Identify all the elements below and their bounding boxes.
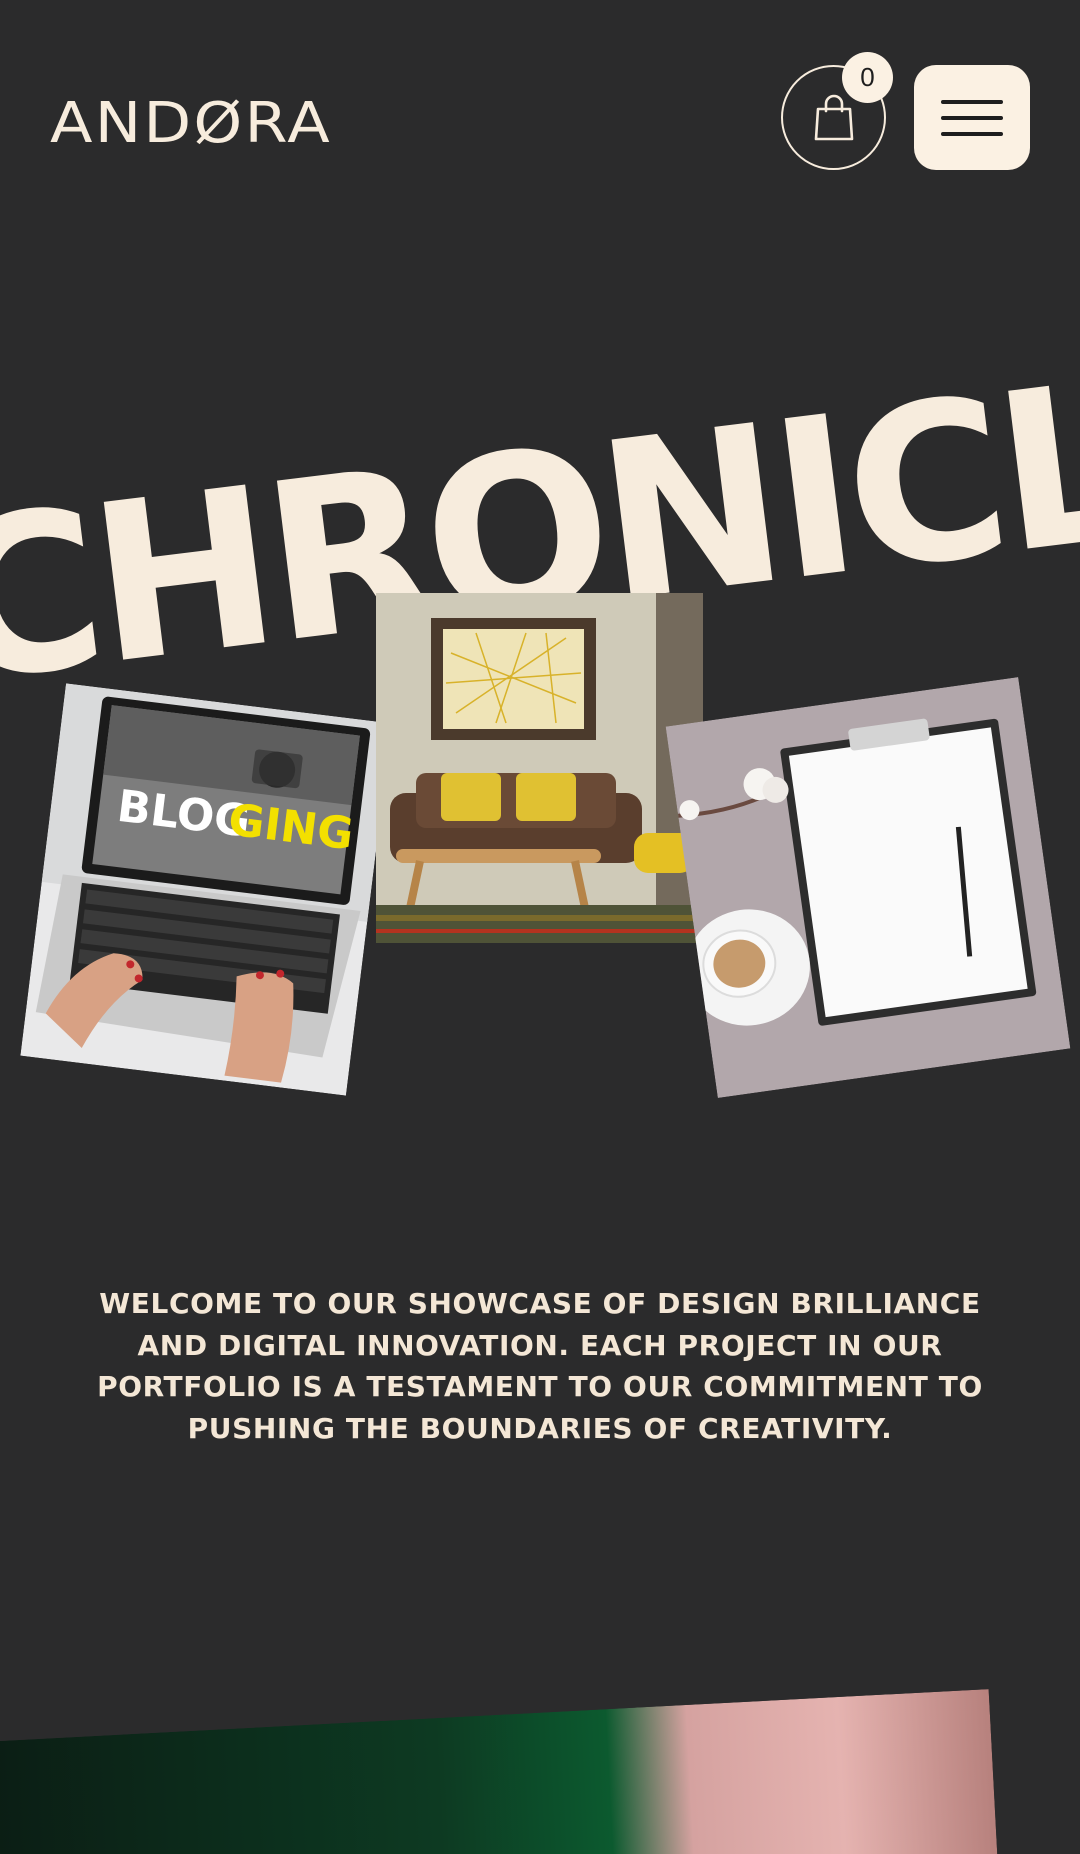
next-section-image[interactable] [0,1689,999,1854]
brand-logo[interactable]: ANDØRA [50,96,334,146]
project-card-clipboard[interactable] [665,677,1071,1098]
project-card-blogging[interactable]: BLOG GING [20,683,392,1096]
hamburger-menu-icon [941,99,1003,104]
shopping-bag-icon [814,94,853,140]
hamburger-menu-icon [941,115,1003,120]
cart-count-badge: 0 [842,52,893,103]
hamburger-menu-icon [941,131,1003,136]
menu-button[interactable] [914,65,1030,170]
living-room-image [376,593,703,943]
fabric-image [0,1689,999,1854]
logo-text: ANDØRA [50,96,332,146]
project-card-living-room[interactable] [376,593,703,943]
andora-logo-mark: ANDØRA [50,96,332,146]
blogging-laptop-image: BLOG GING [20,683,392,1096]
intro-text: WELCOME TO OUR SHOWCASE OF DESIGN BRILLI… [97,1287,983,1445]
clipboard-coffee-image [665,677,1071,1098]
